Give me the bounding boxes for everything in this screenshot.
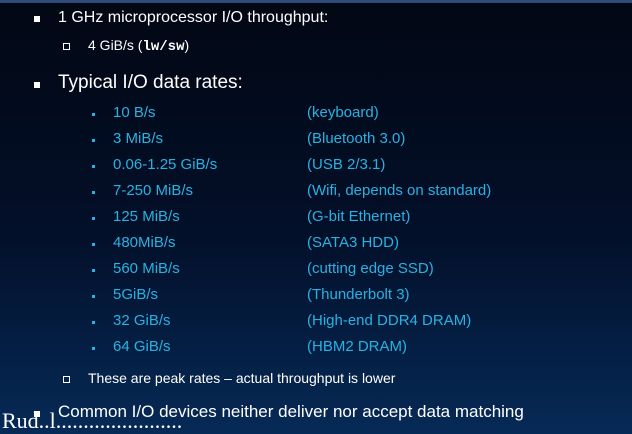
rate-device: (G-bit Ethernet)	[307, 208, 411, 225]
bullet-typical-rates: Typical I/O data rates:	[58, 72, 243, 93]
bullet-hollow	[63, 376, 70, 383]
bullet-small	[92, 165, 95, 168]
rate-value: 7-250 MiB/s	[113, 182, 194, 199]
sub-bullet-peak-note: These are peak rates – actual throughput…	[88, 370, 396, 386]
rate-value: 125 MiB/s	[113, 208, 180, 225]
rate-value: 3 MiB/s	[113, 130, 164, 147]
rate-device: (High-end DDR4 DRAM)	[307, 312, 472, 329]
rate-value: 0.06-1.25 GiB/s	[113, 156, 218, 173]
rate-device: (cutting edge SSD)	[307, 260, 434, 277]
bullet-square	[34, 82, 40, 88]
bullet-small	[92, 269, 95, 272]
bullet-hollow	[63, 43, 70, 50]
bullet-small	[92, 191, 95, 194]
sub-bullet-throughput: 4 GiB/s (lw/sw)	[88, 37, 190, 55]
rate-value: 32 GiB/s	[113, 312, 171, 329]
rate-device: (Thunderbolt 3)	[307, 286, 410, 303]
rate-device: (HBM2 DRAM)	[307, 338, 407, 355]
rate-device: (USB 2/3.1)	[307, 156, 386, 173]
rate-value: 10 B/s	[113, 104, 156, 121]
title-bar-edge	[0, 0, 632, 3]
rate-value: 560 MiB/s	[113, 260, 180, 277]
bullet-small	[92, 347, 95, 350]
bullet-small	[92, 321, 95, 324]
bullet-small	[92, 295, 95, 298]
bullet-small	[92, 217, 95, 220]
bullet-small	[92, 113, 95, 116]
overflow-text: Rud..l.......................	[2, 408, 183, 433]
rate-device: (keyboard)	[307, 104, 379, 121]
bullet-small	[92, 139, 95, 142]
rate-value: 5GiB/s	[113, 286, 159, 303]
bullet-throughput: 1 GHz microprocessor I/O throughput:	[58, 9, 329, 26]
rate-device: (Bluetooth 3.0)	[307, 130, 406, 147]
rate-value: 64 GiB/s	[113, 338, 171, 355]
rate-device: (SATA3 HDD)	[307, 234, 399, 251]
bullet-square	[34, 16, 40, 22]
bullet-small	[92, 243, 95, 246]
rate-value: 480MiB/s	[113, 234, 176, 251]
rate-device: (Wifi, depends on standard)	[307, 182, 492, 199]
